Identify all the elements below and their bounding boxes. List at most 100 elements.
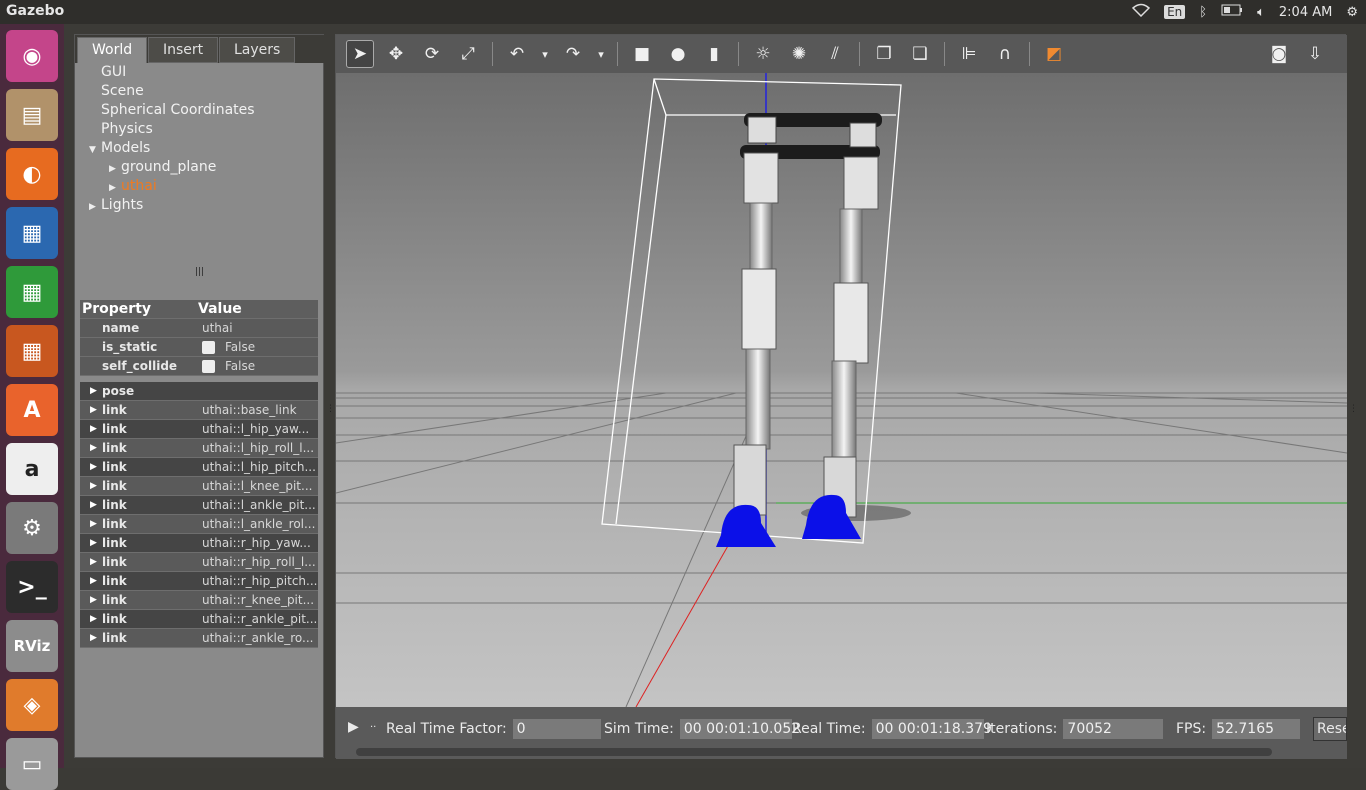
expand-right-icon[interactable]: ▶ — [90, 614, 97, 624]
snap-icon[interactable]: ∩ — [991, 40, 1019, 68]
wifi-icon[interactable] — [1131, 3, 1151, 21]
spot-light-icon[interactable]: ✺ — [785, 40, 813, 68]
right-splitter-handle[interactable]: ⋮ — [1349, 404, 1358, 414]
tab-insert[interactable]: Insert — [148, 37, 219, 63]
launcher-ubuntu-dash-icon[interactable]: ◉ — [6, 30, 58, 82]
property-row-link[interactable]: ▶ link uthai::r_ankle_ro... — [80, 629, 318, 648]
property-value[interactable]: False — [198, 359, 318, 373]
copy-icon[interactable]: ❐ — [870, 40, 898, 68]
expand-right-icon[interactable]: ▶ — [90, 424, 97, 434]
property-row-link[interactable]: ▶ link uthai::l_ankle_rol... — [80, 515, 318, 534]
launcher-firefox-icon[interactable]: ◐ — [6, 148, 58, 200]
launcher-gazebo-icon[interactable]: ◈ — [6, 679, 58, 731]
expand-right-icon[interactable]: ▶ — [90, 443, 97, 453]
launcher-impress-icon[interactable]: ▦ — [6, 325, 58, 377]
property-row-link[interactable]: ▶ link uthai::r_hip_roll_l... — [80, 553, 318, 572]
tree-item-physics[interactable]: Physics — [75, 120, 325, 139]
expand-right-icon[interactable]: ▶ — [90, 595, 97, 605]
redo-dropdown-icon[interactable]: ▾ — [595, 40, 607, 68]
undo-icon[interactable]: ↶ — [503, 40, 531, 68]
cylinder-shape-icon[interactable]: ▮ — [700, 40, 728, 68]
tab-world[interactable]: World — [77, 37, 148, 63]
property-row-link[interactable]: ▶ link uthai::l_hip_pitch... — [80, 458, 318, 477]
view-angle-icon[interactable]: ◩ — [1040, 40, 1068, 68]
property-row-link[interactable]: ▶ link uthai::r_hip_pitch... — [80, 572, 318, 591]
property-row-link[interactable]: ▶ link uthai::l_knee_pit... — [80, 477, 318, 496]
directional-light-icon[interactable]: ⫽ — [821, 40, 849, 68]
property-row-link[interactable]: ▶ link uthai::l_ankle_pit... — [80, 496, 318, 515]
expand-right-icon[interactable]: ▶ — [90, 500, 97, 510]
tree-item-gui[interactable]: GUI — [75, 63, 325, 82]
property-row-pose[interactable]: ▶ pose — [80, 382, 318, 401]
point-light-icon[interactable]: ☼ — [749, 40, 777, 68]
render-viewport[interactable]: ➤ ✥ ⟳ ⤢ ↶ ▾ ↷ ▾ ■ ● ▮ ☼ ✺ ⫽ ❐ ❏ ⊫ ∩ ◩ ◙ ⇩ — [335, 34, 1347, 759]
tree-item-spherical-coordinates[interactable]: Spherical Coordinates — [75, 101, 325, 120]
expand-right-icon[interactable]: ▶ — [90, 557, 97, 567]
launcher-rviz-icon[interactable]: RViz — [6, 620, 58, 672]
paste-icon[interactable]: ❏ — [906, 40, 934, 68]
expand-right-icon[interactable]: ▶ — [90, 462, 97, 472]
launcher-system-settings-icon[interactable]: ⚙ — [6, 502, 58, 554]
scale-mode-icon[interactable]: ⤢ — [454, 40, 482, 68]
property-row-link[interactable]: ▶ link uthai::l_hip_yaw... — [80, 420, 318, 439]
property-row-self_collide[interactable]: self_collide False — [80, 357, 318, 376]
launcher-terminal-icon[interactable]: >_ — [6, 561, 58, 613]
bluetooth-icon[interactable]: ᛒ — [1199, 5, 1207, 20]
tab-layers[interactable]: Layers — [219, 37, 296, 63]
expand-right-icon[interactable]: ▶ — [90, 519, 97, 529]
expand-right-icon[interactable]: ▶ — [90, 405, 97, 415]
property-row-name[interactable]: name uthai — [80, 319, 318, 338]
scene-canvas[interactable] — [336, 73, 1347, 707]
volume-icon[interactable]: 🔈︎ — [1257, 5, 1265, 20]
launcher-writer-icon[interactable]: ▦ — [6, 207, 58, 259]
tree-item-ground_plane[interactable]: ▶ ground_plane — [75, 158, 325, 177]
launcher-calc-icon[interactable]: ▦ — [6, 266, 58, 318]
clock[interactable]: 2:04 AM — [1279, 5, 1332, 20]
launcher-software-icon[interactable]: A — [6, 384, 58, 436]
reset-time-button[interactable]: Reset — [1313, 717, 1347, 741]
translate-mode-icon[interactable]: ✥ — [382, 40, 410, 68]
property-row-link[interactable]: ▶ link uthai::l_hip_roll_l... — [80, 439, 318, 458]
play-pause-button[interactable]: ▶ — [348, 719, 359, 735]
toolbar-separator — [944, 42, 945, 66]
keyboard-layout-indicator[interactable]: En — [1164, 5, 1186, 19]
tree-item-models[interactable]: ▼ Models — [75, 139, 325, 158]
log-icon[interactable]: ⇩ — [1301, 40, 1329, 68]
property-row-link[interactable]: ▶ link uthai::r_knee_pit... — [80, 591, 318, 610]
3d-scene[interactable] — [336, 73, 1347, 707]
property-row-is_static[interactable]: is_static False — [80, 338, 318, 357]
expand-right-icon[interactable]: ▶ — [89, 198, 101, 217]
property-value[interactable]: False — [198, 340, 318, 354]
expand-right-icon[interactable]: ▶ — [90, 538, 97, 548]
screenshot-icon[interactable]: ◙ — [1265, 40, 1293, 68]
box-shape-icon[interactable]: ■ — [628, 40, 656, 68]
expand-right-icon[interactable]: ▶ — [90, 386, 97, 396]
checkbox[interactable] — [202, 341, 215, 354]
launcher-amazon-icon[interactable]: a — [6, 443, 58, 495]
align-icon[interactable]: ⊫ — [955, 40, 983, 68]
expand-right-icon[interactable]: ▶ — [90, 576, 97, 586]
checkbox[interactable] — [202, 360, 215, 373]
launcher-files-icon[interactable]: ▤ — [6, 89, 58, 141]
select-mode-icon[interactable]: ➤ — [346, 40, 374, 68]
sphere-shape-icon[interactable]: ● — [664, 40, 692, 68]
tree-item-lights[interactable]: ▶ Lights — [75, 196, 325, 215]
property-row-link[interactable]: ▶ link uthai::base_link — [80, 401, 318, 420]
redo-icon[interactable]: ↷ — [559, 40, 587, 68]
property-row-link[interactable]: ▶ link uthai::r_ankle_pit... — [80, 610, 318, 629]
launcher-trash-icon[interactable]: ▭ — [6, 738, 58, 790]
expand-right-icon[interactable]: ▶ — [90, 633, 97, 643]
status-scrollbar[interactable] — [356, 748, 1272, 756]
launcher: ◉ ▤ ◐ ▦ ▦ ▦ Aa ⚙ >_ RViz ◈ ▭ — [0, 24, 64, 790]
panel-split-handle[interactable]: ||| — [195, 267, 204, 277]
expand-right-icon[interactable]: ▶ — [90, 481, 97, 491]
property-table: Property Value name uthai is_static False se… — [80, 300, 318, 648]
battery-icon[interactable] — [1221, 4, 1243, 20]
tree-item-scene[interactable]: Scene — [75, 82, 325, 101]
tree-item-uthai[interactable]: ▶ uthai — [75, 177, 325, 196]
property-row-link[interactable]: ▶ link uthai::r_hip_yaw... — [80, 534, 318, 553]
left-splitter-handle[interactable]: ⋮ — [326, 404, 335, 414]
rotate-mode-icon[interactable]: ⟳ — [418, 40, 446, 68]
undo-dropdown-icon[interactable]: ▾ — [539, 40, 551, 68]
settings-icon[interactable]: ⚙ — [1346, 5, 1358, 20]
